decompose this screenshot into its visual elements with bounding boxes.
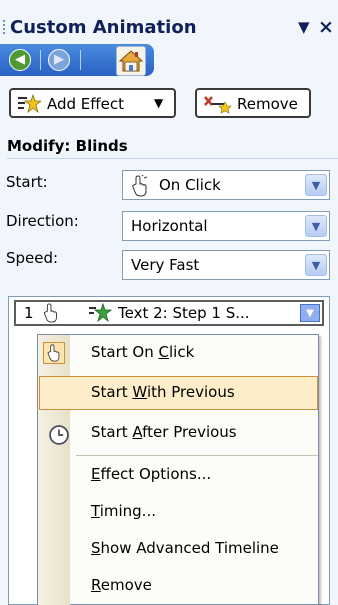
task-pane-nav-bar: ◀ ▶ xyxy=(0,44,154,76)
pane-title-bar: Custom Animation ▼ × xyxy=(0,0,338,48)
chevron-down-icon: ▼ xyxy=(154,96,164,110)
menu-item-label: Start On Click xyxy=(91,343,195,361)
menu-item-show-advanced-timeline[interactable]: Show Advanced Timeline xyxy=(39,532,318,566)
clock-icon xyxy=(49,425,69,445)
back-button[interactable]: ◀ xyxy=(9,49,31,71)
menu-item-start-after-previous[interactable]: Start After Previous xyxy=(39,416,318,450)
remove-label: Remove xyxy=(237,95,298,113)
start-value: On Click xyxy=(159,176,221,194)
pane-menu-dropdown-icon[interactable]: ▼ xyxy=(298,18,310,36)
pane-title: Custom Animation xyxy=(10,17,197,38)
menu-item-start-on-click[interactable]: Start On Click xyxy=(39,336,318,370)
add-effect-button[interactable]: Add Effect ▼ xyxy=(9,88,176,118)
start-dropdown-arrow-icon[interactable]: ▼ xyxy=(305,174,327,196)
section-divider xyxy=(7,158,338,159)
back-arrow-icon: ◀ xyxy=(9,49,31,71)
add-effect-star-icon xyxy=(18,94,41,114)
mouse-click-icon xyxy=(43,303,57,323)
mouse-click-icon xyxy=(132,175,148,197)
menu-item-label: Show Advanced Timeline xyxy=(91,539,279,557)
direction-combo[interactable]: Horizontal ▼ xyxy=(122,211,330,241)
menu-item-label: Start With Previous xyxy=(91,383,235,401)
forward-arrow-icon: ▶ xyxy=(48,49,70,71)
list-item-number: 1 xyxy=(24,304,34,322)
remove-effect-button[interactable]: Remove xyxy=(195,88,311,118)
list-item-text: Text 2: Step 1 S... xyxy=(118,304,250,322)
list-item-dropdown-arrow-icon[interactable]: ▼ xyxy=(300,304,320,322)
menu-item-effect-options[interactable]: Effect Options... xyxy=(39,458,318,492)
custom-animation-pane: Custom Animation ▼ × ◀ ▶ Add Effect ▼ Re… xyxy=(0,0,338,605)
list-item[interactable]: 1 Text 2: Step 1 S... ▼ xyxy=(14,300,324,326)
remove-effect-icon xyxy=(204,96,232,114)
menu-item-label: Effect Options... xyxy=(91,465,212,483)
direction-dropdown-arrow-icon[interactable]: ▼ xyxy=(305,215,327,237)
menu-separator xyxy=(76,455,318,456)
direction-value: Horizontal xyxy=(131,217,208,235)
speed-combo[interactable]: Very Fast ▼ xyxy=(122,250,330,280)
menu-item-checked-indicator xyxy=(43,342,65,364)
nav-divider xyxy=(40,50,41,70)
home-icon xyxy=(118,50,144,72)
start-combo[interactable]: On Click ▼ xyxy=(122,170,330,200)
menu-item-label: Start After Previous xyxy=(91,423,237,441)
menu-item-label: Timing... xyxy=(91,502,156,520)
menu-item-start-with-previous[interactable]: Start With Previous xyxy=(39,376,318,410)
modify-section-title: Modify: Blinds xyxy=(7,137,128,155)
menu-item-remove[interactable]: Remove xyxy=(39,569,318,603)
nav-divider xyxy=(80,50,81,70)
add-effect-label: Add Effect xyxy=(47,95,124,113)
speed-value: Very Fast xyxy=(131,256,200,274)
star-effect-icon xyxy=(89,303,112,323)
mouse-click-icon xyxy=(47,344,60,362)
speed-label: Speed: xyxy=(6,249,59,267)
direction-label: Direction: xyxy=(6,212,79,230)
home-button[interactable] xyxy=(116,46,146,76)
start-label: Start: xyxy=(6,173,48,191)
menu-item-label: Remove xyxy=(91,576,152,594)
forward-button[interactable]: ▶ xyxy=(48,49,70,71)
menu-item-timing[interactable]: Timing... xyxy=(39,495,318,529)
close-pane-icon[interactable]: × xyxy=(318,16,334,38)
drag-grip-icon[interactable] xyxy=(3,20,5,36)
speed-dropdown-arrow-icon[interactable]: ▼ xyxy=(305,254,327,276)
